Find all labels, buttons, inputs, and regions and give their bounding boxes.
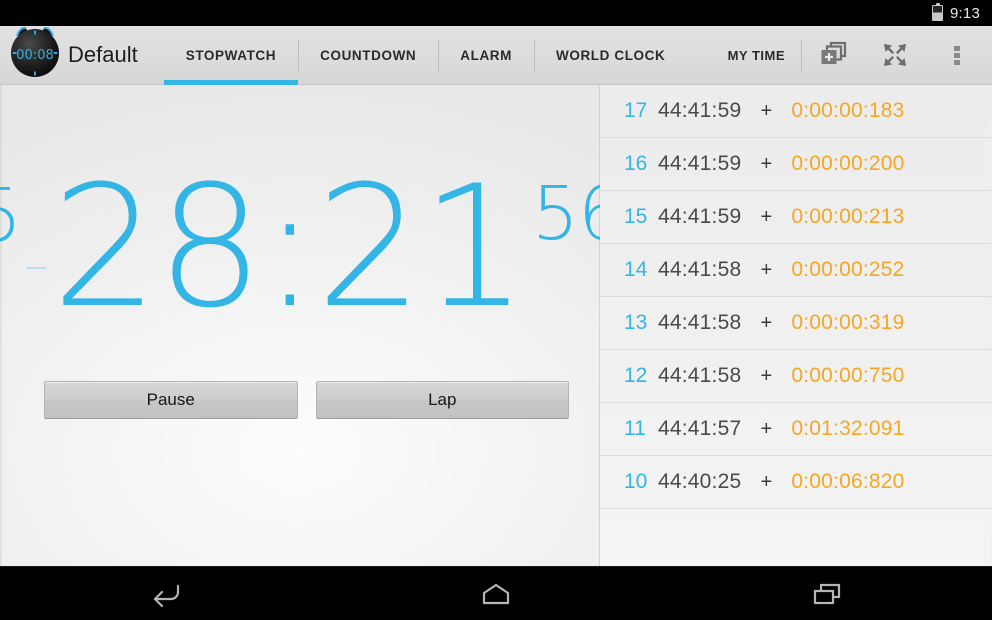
lap-split-time: 0:00:06:820	[791, 470, 905, 493]
lap-index: 14	[624, 258, 648, 281]
content-area: 25 - 28:21 563 Pause Lap 17 44:41:59 +0:00…	[0, 85, 992, 566]
lap-row[interactable]: 17 44:41:59 +0:00:00:183	[600, 85, 991, 138]
lap-list[interactable]: 17 44:41:59 +0:00:00:183 16 44:41:59 +0:00:00…	[600, 85, 991, 566]
status-bar-right: 9:13	[932, 2, 992, 22]
new-stopwatch-button[interactable]	[802, 26, 864, 85]
status-bar: 9:13	[0, 0, 992, 26]
tab-stopwatch[interactable]: STOPWATCH	[163, 26, 299, 85]
lap-row[interactable]: 14 44:41:58 +0:00:00:252	[600, 244, 991, 297]
lap-plus-symbol: +	[760, 152, 773, 175]
tab-bar: STOPWATCH COUNTDOWN ALARM WORLD CLOCK	[163, 26, 688, 85]
lap-time: 44:41:58	[658, 258, 742, 281]
stopwatch-pane: 25 - 28:21 563 Pause Lap	[0, 85, 671, 566]
home-icon	[476, 581, 516, 607]
stopwatch-hour-separator: -	[23, 250, 50, 282]
lap-time: 44:41:57	[658, 417, 742, 440]
lap-plus-symbol: +	[760, 470, 773, 493]
lap-split-time: 0:00:00:183	[791, 99, 905, 122]
page-title: Default	[68, 42, 138, 67]
tab-alarm[interactable]: ALARM	[438, 26, 534, 85]
lap-row[interactable]: 12 44:41:58 +0:00:00:750	[600, 350, 991, 403]
new-stopwatch-icon	[818, 41, 848, 69]
lap-plus-symbol: +	[760, 417, 773, 440]
lap-time: 44:40:25	[658, 470, 742, 493]
lap-row[interactable]: 11 44:41:57 +0:01:32:091	[600, 403, 991, 456]
stopwatch-app-icon[interactable]: 00:08	[4, 20, 66, 82]
lap-split-time: 0:00:00:319	[791, 311, 905, 334]
lap-time: 44:41:58	[658, 311, 742, 334]
lap-time: 44:41:59	[658, 152, 742, 175]
action-bar: 00:08 Default STOPWATCH COUNTDOWN ALARM …	[0, 26, 992, 85]
back-icon	[145, 581, 185, 607]
lap-time: 44:41:59	[658, 205, 742, 228]
lap-index: 11	[624, 417, 646, 440]
battery-icon	[932, 2, 943, 21]
navigation-bar	[0, 566, 992, 620]
stopwatch-controls: Pause Lap	[44, 381, 569, 419]
tab-stopwatch-label: STOPWATCH	[185, 47, 277, 63]
lap-split-time: 0:00:00:750	[791, 364, 905, 387]
lap-row[interactable]: 13 44:41:58 +0:00:00:319	[600, 297, 991, 350]
tab-countdown-label: COUNTDOWN	[320, 47, 417, 63]
lap-plus-symbol: +	[760, 364, 773, 387]
fullscreen-icon	[881, 41, 909, 69]
tab-world-clock[interactable]: WORLD CLOCK	[534, 26, 687, 85]
fullscreen-button[interactable]	[864, 26, 926, 85]
overflow-menu-icon	[952, 41, 962, 69]
lap-plus-symbol: +	[760, 205, 773, 228]
lap-row[interactable]: 10 44:40:25 +0:00:06:820	[600, 456, 991, 509]
nav-back-button[interactable]	[0, 567, 331, 620]
status-bar-clock: 9:13	[950, 4, 980, 22]
lap-time: 44:41:58	[658, 364, 742, 387]
tab-alarm-label: ALARM	[460, 47, 513, 63]
android-screen: 9:13 00:08 Default STOPWATCH COUNTDOWN A…	[0, 0, 992, 620]
lap-index: 13	[624, 311, 648, 334]
lap-plus-symbol: +	[760, 99, 773, 122]
action-bar-actions: MY TIME	[712, 26, 992, 85]
stopwatch-display: 25 - 28:21 563	[0, 163, 671, 363]
lap-index: 17	[624, 99, 648, 122]
lap-row[interactable]: 16 44:41:59 +0:00:00:200	[600, 138, 991, 191]
lap-index: 16	[624, 152, 648, 175]
lap-split-time: 0:00:00:200	[791, 152, 905, 175]
overflow-menu-button[interactable]	[926, 26, 988, 85]
nav-home-button[interactable]	[331, 567, 662, 620]
recents-icon	[807, 581, 847, 607]
nav-recents-button[interactable]	[661, 567, 992, 620]
lap-split-time: 0:00:00:252	[791, 258, 905, 281]
lap-index: 10	[624, 470, 648, 493]
stopwatch-minutes-seconds: 28:21	[51, 149, 528, 345]
tab-world-clock-label: WORLD CLOCK	[556, 47, 666, 63]
tab-countdown[interactable]: COUNTDOWN	[298, 26, 438, 85]
pause-button[interactable]: Pause	[44, 381, 298, 419]
lap-time: 44:41:59	[658, 99, 742, 122]
svg-text:00:08: 00:08	[16, 48, 53, 63]
lap-plus-symbol: +	[760, 311, 773, 334]
lap-split-time: 0:00:00:213	[791, 205, 905, 228]
lap-row[interactable]: 15 44:41:59 +0:00:00:213	[600, 191, 991, 244]
lap-plus-symbol: +	[760, 258, 773, 281]
lap-split-time: 0:01:32:091	[791, 417, 905, 440]
lap-index: 12	[624, 364, 648, 387]
my-time-button[interactable]: MY TIME	[712, 48, 801, 63]
clock-app-window: 00:08 Default STOPWATCH COUNTDOWN ALARM …	[0, 26, 992, 566]
stopwatch-hours: 25	[0, 179, 22, 253]
lap-button[interactable]: Lap	[315, 381, 569, 419]
lap-index: 15	[624, 205, 648, 228]
